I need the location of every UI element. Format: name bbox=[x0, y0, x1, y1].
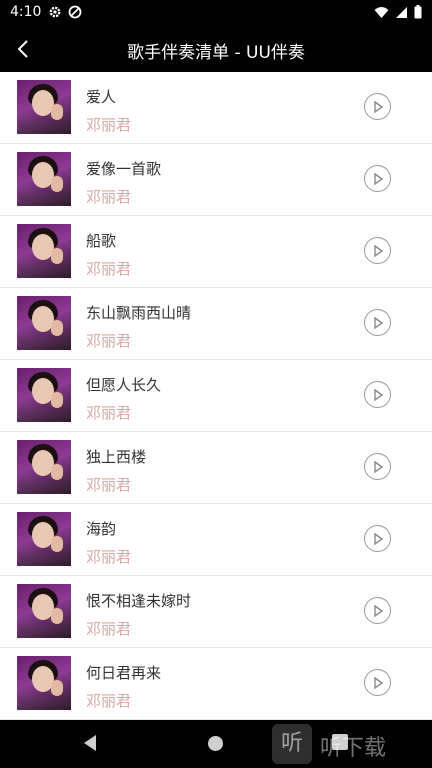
play-icon bbox=[373, 316, 383, 329]
gear-icon bbox=[49, 6, 61, 18]
song-artist: 邓丽君 bbox=[86, 404, 132, 422]
album-cover bbox=[17, 656, 71, 710]
play-icon bbox=[373, 244, 383, 257]
song-row[interactable]: 恨不相逢未嫁时 邓丽君 bbox=[0, 576, 432, 648]
status-left-icons bbox=[48, 5, 82, 19]
album-cover bbox=[17, 296, 71, 350]
album-cover bbox=[17, 584, 71, 638]
song-artist: 邓丽君 bbox=[86, 692, 132, 710]
play-icon bbox=[373, 388, 383, 401]
song-artist: 邓丽君 bbox=[86, 188, 132, 206]
song-artist: 邓丽君 bbox=[86, 116, 132, 134]
play-button[interactable] bbox=[364, 525, 391, 552]
wifi-icon bbox=[374, 6, 389, 18]
song-title: 但愿人长久 bbox=[86, 376, 162, 394]
song-title: 何日君再来 bbox=[86, 664, 162, 682]
song-title: 东山飘雨西山晴 bbox=[86, 304, 192, 322]
play-icon bbox=[373, 172, 383, 185]
status-bar: 4:10 bbox=[0, 0, 432, 26]
song-row[interactable]: 独上西楼 邓丽君 bbox=[0, 432, 432, 504]
watermark-text: 听下载 bbox=[320, 736, 387, 761]
song-row[interactable]: 但愿人长久 邓丽君 bbox=[0, 360, 432, 432]
song-title: 独上西楼 bbox=[86, 448, 147, 466]
play-icon bbox=[373, 100, 383, 113]
status-time: 4:10 bbox=[10, 4, 42, 20]
play-button[interactable] bbox=[364, 381, 391, 408]
album-cover bbox=[17, 80, 71, 134]
play-button[interactable] bbox=[364, 93, 391, 120]
play-button[interactable] bbox=[364, 237, 391, 264]
album-cover bbox=[17, 440, 71, 494]
song-row[interactable]: 爱人 邓丽君 bbox=[0, 72, 432, 144]
song-artist: 邓丽君 bbox=[86, 260, 132, 278]
album-cover bbox=[17, 368, 71, 422]
song-artist: 邓丽君 bbox=[86, 476, 132, 494]
play-button[interactable] bbox=[364, 597, 391, 624]
song-row[interactable]: 船歌 邓丽君 bbox=[0, 216, 432, 288]
watermark-logo-icon: 听 bbox=[272, 724, 312, 764]
album-cover bbox=[17, 224, 71, 278]
song-title: 爱人 bbox=[86, 88, 117, 106]
play-button[interactable] bbox=[364, 165, 391, 192]
play-icon bbox=[373, 604, 383, 617]
nav-back-icon[interactable] bbox=[82, 734, 98, 752]
play-icon bbox=[373, 532, 383, 545]
status-right-icons bbox=[374, 5, 422, 19]
song-title: 恨不相逢未嫁时 bbox=[86, 592, 192, 610]
song-artist: 邓丽君 bbox=[86, 620, 132, 638]
song-row[interactable]: 东山飘雨西山晴 邓丽君 bbox=[0, 288, 432, 360]
song-row[interactable]: 何日君再来 邓丽君 bbox=[0, 648, 432, 720]
song-title: 船歌 bbox=[86, 232, 117, 250]
song-row[interactable]: 海韵 邓丽君 bbox=[0, 504, 432, 576]
song-list: 爱人 邓丽君 爱像一首歌 邓丽君 船歌 邓丽君 东山飘雨西山晴 邓丽君 但愿人长… bbox=[0, 72, 432, 720]
page-title: 歌手伴奏清单 - UU伴奏 bbox=[127, 43, 305, 63]
no-disturb-icon bbox=[68, 5, 82, 19]
app-bar: 歌手伴奏清单 - UU伴奏 bbox=[0, 26, 432, 72]
song-artist: 邓丽君 bbox=[86, 332, 132, 350]
song-title: 海韵 bbox=[86, 520, 117, 538]
song-row[interactable]: 爱像一首歌 邓丽君 bbox=[0, 144, 432, 216]
battery-icon bbox=[414, 5, 422, 19]
nav-home-icon[interactable] bbox=[208, 736, 223, 751]
song-artist: 邓丽君 bbox=[86, 548, 132, 566]
album-cover bbox=[17, 152, 71, 206]
signal-icon bbox=[396, 6, 407, 18]
play-button[interactable] bbox=[364, 453, 391, 480]
play-button[interactable] bbox=[364, 309, 391, 336]
play-button[interactable] bbox=[364, 669, 391, 696]
album-cover bbox=[17, 512, 71, 566]
play-icon bbox=[373, 676, 383, 689]
watermark: 听 听下载 bbox=[272, 722, 432, 766]
song-title: 爱像一首歌 bbox=[86, 160, 162, 178]
play-icon bbox=[373, 460, 383, 473]
